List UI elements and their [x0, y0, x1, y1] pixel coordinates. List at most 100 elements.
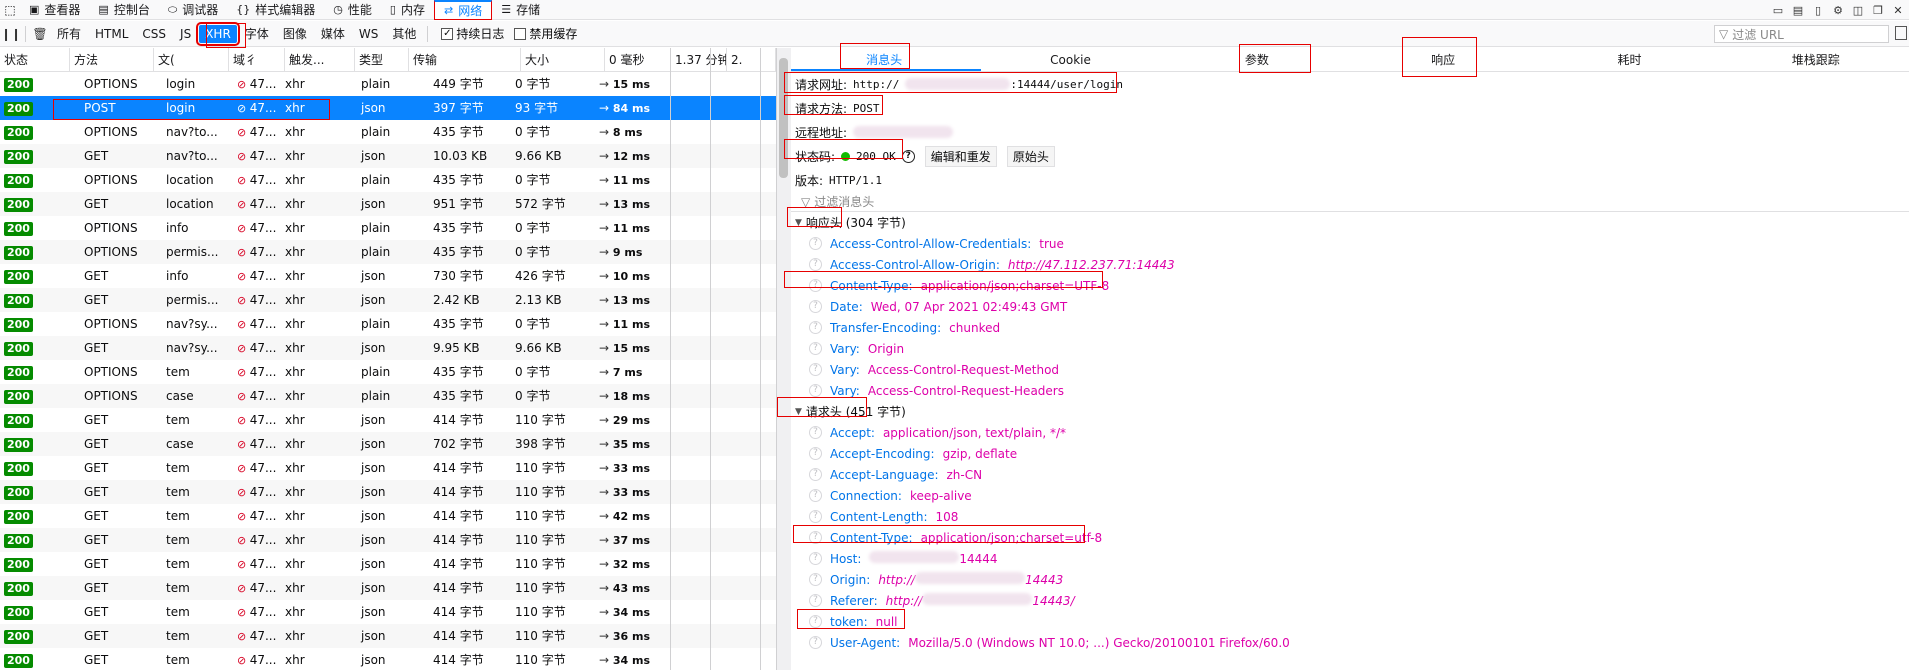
header-row[interactable]: ? User-Agent: Mozilla/5.0 (Windows NT 10.0…: [791, 632, 1909, 653]
details-tab[interactable]: 参数: [1164, 48, 1350, 72]
scrollbar-thumb[interactable]: [779, 58, 788, 178]
filter-headers-input[interactable]: ▽ 过滤消息头: [791, 192, 1909, 212]
header-row[interactable]: ? Access-Control-Allow-Origin: http://47.1…: [791, 254, 1909, 275]
header-row[interactable]: ? token: null: [791, 611, 1909, 632]
header-help-icon[interactable]: ?: [809, 573, 822, 586]
request-row[interactable]: 200 GET case ⊘ 47... xhr json 702 字节 398 字节 → 35…: [0, 432, 776, 456]
response-headers-toggle[interactable]: ▼ 响应头 (304 字节): [791, 212, 1909, 233]
header-row[interactable]: ? Access-Control-Allow-Credentials: true: [791, 233, 1909, 254]
request-row[interactable]: 200 OPTIONS case ⊘ 47... xhr plain 435 字节 0 字节 →…: [0, 384, 776, 408]
header-row[interactable]: ? Vary: Access-Control-Request-Method: [791, 359, 1909, 380]
request-row[interactable]: 200 OPTIONS nav?sy... ⊘ 47... xhr plain 435 字节…: [0, 312, 776, 336]
header-row[interactable]: ? Content-Type: application/json;charset=U…: [791, 275, 1909, 296]
persist-log-checkbox[interactable]: ✓ 持续日志: [441, 25, 504, 42]
column-header[interactable]: 类型: [355, 48, 409, 72]
details-tab[interactable]: 耗时: [1536, 48, 1722, 72]
request-row[interactable]: 200 GET tem ⊘ 47... xhr json 414 字节 110 字节 → 33 …: [0, 480, 776, 504]
column-header[interactable]: 域彳: [229, 48, 285, 72]
filter-所有-button[interactable]: 所有: [51, 23, 87, 44]
filter-图像-button[interactable]: 图像: [277, 23, 313, 44]
header-help-icon[interactable]: ?: [809, 489, 822, 502]
request-row[interactable]: 200 OPTIONS tem ⊘ 47... xhr plain 435 字节 0 字节 → …: [0, 360, 776, 384]
tab-memory[interactable]: ▯ 内存: [381, 0, 434, 20]
header-help-icon[interactable]: ?: [809, 279, 822, 292]
request-row[interactable]: 200 GET tem ⊘ 47... xhr json 414 字节 110 字节 → 32 …: [0, 552, 776, 576]
header-help-icon[interactable]: ?: [809, 636, 822, 649]
header-row[interactable]: ? Accept-Encoding: gzip, deflate: [791, 443, 1909, 464]
request-row[interactable]: 200 GET tem ⊘ 47... xhr json 414 字节 110 字节 → 43 …: [0, 576, 776, 600]
close-icon[interactable]: ✕: [1891, 4, 1905, 17]
request-row[interactable]: 200 GET info ⊘ 47... xhr json 730 字节 426 字节 → 10…: [0, 264, 776, 288]
request-row[interactable]: 200 GET tem ⊘ 47... xhr json 414 字节 110 字节 → 34 …: [0, 648, 776, 670]
header-row[interactable]: ? Origin: http:// 14443: [791, 569, 1909, 590]
filter-ws-button[interactable]: WS: [353, 25, 384, 43]
column-header[interactable]: 传输: [409, 48, 521, 72]
details-tab[interactable]: 消息头: [791, 48, 977, 72]
element-picker-icon[interactable]: ⬚: [0, 0, 20, 20]
header-help-icon[interactable]: ?: [809, 594, 822, 607]
request-row[interactable]: 200 GET tem ⊘ 47... xhr json 414 字节 110 字节 → 33 …: [0, 456, 776, 480]
request-headers-toggle[interactable]: ▼ 请求头 (451 字节): [791, 401, 1909, 422]
request-row[interactable]: 200 GET tem ⊘ 47... xhr json 414 字节 110 字节 → 34 …: [0, 600, 776, 624]
header-row[interactable]: ? Referer: http:// 14443/: [791, 590, 1909, 611]
header-row[interactable]: ? Date: Wed, 07 Apr 2021 02:49:43 GMT: [791, 296, 1909, 317]
filter-html-button[interactable]: HTML: [89, 25, 134, 43]
header-row[interactable]: ? Vary: Access-Control-Request-Headers: [791, 380, 1909, 401]
tab-storage[interactable]: ☰ 存储: [492, 0, 549, 20]
help-question-icon[interactable]: ?: [901, 149, 915, 163]
details-tab[interactable]: Cookie: [977, 48, 1163, 72]
request-row[interactable]: 200 GET location ⊘ 47... xhr json 951 字节 572 字节…: [0, 192, 776, 216]
header-help-icon[interactable]: ?: [809, 468, 822, 481]
column-header[interactable]: 触发...: [285, 48, 355, 72]
frame-icon[interactable]: ▤: [1791, 4, 1805, 17]
column-header[interactable]: 0 毫秒: [605, 48, 671, 72]
header-row[interactable]: ? Transfer-Encoding: chunked: [791, 317, 1909, 338]
filter-媒体-button[interactable]: 媒体: [315, 23, 351, 44]
request-row[interactable]: 200 OPTIONS location ⊘ 47... xhr plain 435 字节 0…: [0, 168, 776, 192]
tab-inspector[interactable]: ▣ 查看器: [20, 0, 89, 20]
request-row[interactable]: 200 OPTIONS info ⊘ 47... xhr plain 435 字节 0 字节 →…: [0, 216, 776, 240]
split-console-icon[interactable]: ◫: [1851, 4, 1865, 17]
separate-window-icon[interactable]: ❐: [1871, 4, 1885, 17]
column-header[interactable]: 大小: [521, 48, 605, 72]
column-header[interactable]: 2.: [727, 48, 776, 72]
header-help-icon[interactable]: ?: [809, 384, 822, 397]
filter-xhr-button[interactable]: XHR: [196, 21, 240, 46]
clear-trash-icon[interactable]: 🗑: [29, 27, 51, 41]
header-help-icon[interactable]: ?: [809, 426, 822, 439]
header-help-icon[interactable]: ?: [809, 363, 822, 376]
tab-console[interactable]: ▤ 控制台: [89, 0, 158, 20]
dock-icon[interactable]: ▭: [1771, 4, 1785, 17]
header-row[interactable]: ? Host: 14444: [791, 548, 1909, 569]
request-row[interactable]: 200 GET tem ⊘ 47... xhr json 414 字节 110 字节 → 37 …: [0, 528, 776, 552]
tab-network[interactable]: ⇄ 网络: [433, 0, 493, 20]
request-row[interactable]: 200 GET nav?to... ⊘ 47... xhr json 10.03 KB 9.6…: [0, 144, 776, 168]
header-row[interactable]: ? Vary: Origin: [791, 338, 1909, 359]
header-help-icon[interactable]: ?: [809, 615, 822, 628]
header-row[interactable]: ? Accept: application/json, text/plain, */…: [791, 422, 1909, 443]
header-row[interactable]: ? Content-Type: application/json;charset=u…: [791, 527, 1909, 548]
column-header[interactable]: 1.37 分钟: [671, 48, 727, 72]
filter-字体-button[interactable]: 字体: [239, 23, 275, 44]
header-help-icon[interactable]: ?: [809, 552, 822, 565]
edit-resend-button[interactable]: 编辑和重发: [924, 145, 997, 167]
pause-icon[interactable]: ❙❙: [0, 27, 22, 41]
column-header[interactable]: 文(: [154, 48, 229, 72]
filter-js-button[interactable]: JS: [174, 25, 197, 43]
column-header[interactable]: 方法: [70, 48, 154, 72]
tab-performance[interactable]: ◷ 性能: [324, 0, 381, 20]
column-header[interactable]: 状态: [0, 48, 70, 72]
details-tab[interactable]: 堆栈跟踪: [1723, 48, 1909, 72]
toggle-sidebar-icon[interactable]: [1895, 26, 1907, 40]
header-help-icon[interactable]: ?: [809, 342, 822, 355]
details-tab[interactable]: 响应: [1350, 48, 1536, 72]
settings-gear-icon[interactable]: ⚙: [1831, 4, 1845, 17]
request-row[interactable]: 200 GET permis... ⊘ 47... xhr json 2.42 KB 2.13…: [0, 288, 776, 312]
filter-其他-button[interactable]: 其他: [386, 23, 422, 44]
request-row[interactable]: 200 GET nav?sy... ⊘ 47... xhr json 9.95 KB 9.66…: [0, 336, 776, 360]
header-row[interactable]: ? Content-Length: 108: [791, 506, 1909, 527]
request-row[interactable]: 200 GET tem ⊘ 47... xhr json 414 字节 110 字节 → 29 …: [0, 408, 776, 432]
tab-style-editor[interactable]: {} 样式编辑器: [227, 0, 324, 20]
header-help-icon[interactable]: ?: [809, 510, 822, 523]
request-row[interactable]: 200 OPTIONS nav?to... ⊘ 47... xhr plain 435 字节…: [0, 120, 776, 144]
